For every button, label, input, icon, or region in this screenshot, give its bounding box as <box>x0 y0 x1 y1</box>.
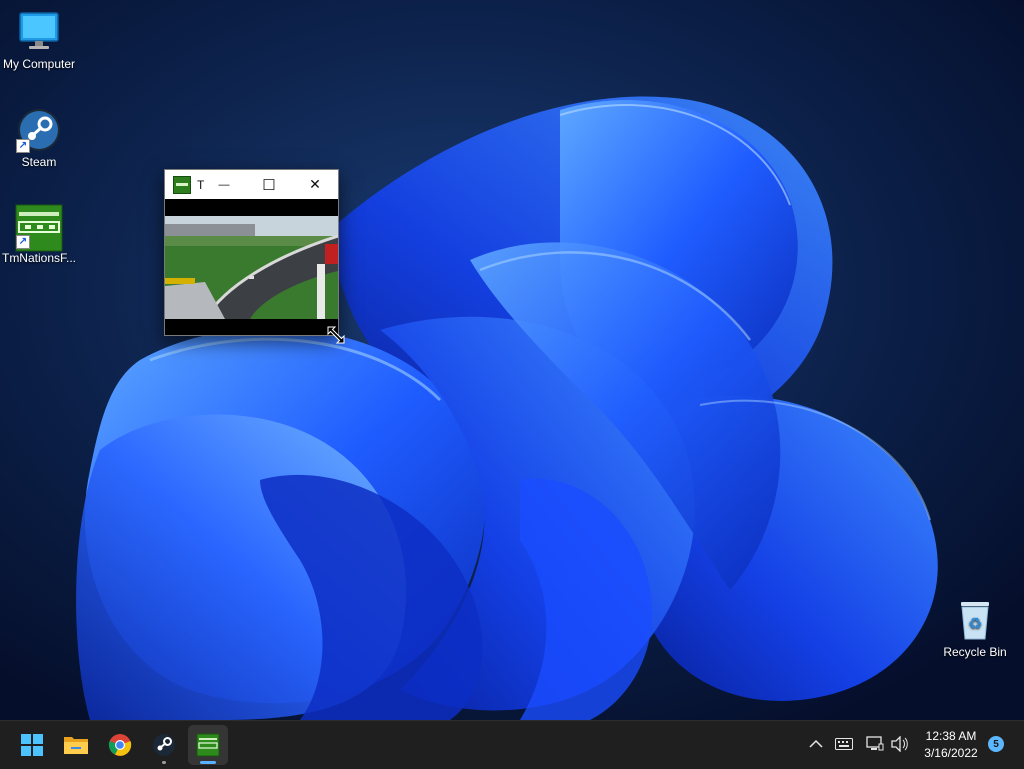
windows-start-icon <box>21 734 43 756</box>
chrome-icon <box>108 734 132 756</box>
desktop-icon-label: TmNationsF... <box>1 251 76 265</box>
taskbar-tmnations[interactable] <box>188 725 228 765</box>
tmnations-icon <box>173 175 191 194</box>
system-clock[interactable]: 12:38 AM 3/16/2022 <box>916 728 986 762</box>
desktop-icon-recycle-bin[interactable]: ♻ Recycle Bin <box>938 598 1012 659</box>
desktop-icon-label: Recycle Bin <box>943 645 1007 659</box>
maximize-button[interactable]: ☐ <box>247 170 291 199</box>
active-indicator <box>200 761 216 764</box>
svg-text:♻: ♻ <box>968 614 982 633</box>
network-icon[interactable] <box>864 733 886 755</box>
desktop-icon-steam[interactable]: ↗ Steam <box>0 108 78 169</box>
window-titlebar[interactable]: T — ☐ ✕ <box>165 170 338 199</box>
game-viewport[interactable] <box>165 216 338 319</box>
desktop-icon-tmnations[interactable]: ↗ TmNationsF... <box>0 204 78 265</box>
steam-icon: ↗ <box>16 108 61 153</box>
steam-icon <box>153 734 175 756</box>
taskbar-file-explorer[interactable] <box>56 725 96 765</box>
close-icon: ✕ <box>309 176 321 192</box>
taskbar-chrome[interactable] <box>100 725 140 765</box>
shortcut-arrow-icon: ↗ <box>16 235 30 249</box>
desktop-icon-my-computer[interactable]: My Computer <box>0 10 78 71</box>
game-window[interactable]: T — ☐ ✕ <box>164 169 339 336</box>
start-button[interactable] <box>12 725 52 765</box>
close-button[interactable]: ✕ <box>293 170 337 199</box>
minimize-icon: — <box>218 178 230 191</box>
taskbar: 12:38 AM 3/16/2022 5 <box>0 720 1024 769</box>
wallpaper <box>0 0 1024 720</box>
clock-date: 3/16/2022 <box>924 746 978 760</box>
maximize-icon: ☐ <box>262 176 276 194</box>
recycle-bin-icon: ♻ <box>953 598 997 642</box>
volume-icon[interactable] <box>889 733 911 755</box>
taskbar-steam[interactable] <box>144 725 184 765</box>
minimize-button[interactable]: — <box>202 170 246 199</box>
tmnations-icon: ↗ <box>15 204 63 252</box>
running-indicator <box>162 761 166 764</box>
clock-time: 12:38 AM <box>925 729 977 743</box>
folder-icon <box>64 737 88 754</box>
desktop-icon-label: My Computer <box>2 57 76 71</box>
notification-badge[interactable]: 5 <box>988 736 1004 752</box>
tmnations-icon <box>196 733 220 757</box>
desktop-icon-label: Steam <box>21 155 57 169</box>
resize-cursor-icon <box>327 326 345 344</box>
tray-overflow-chevron-icon[interactable] <box>805 733 827 755</box>
shortcut-arrow-icon: ↗ <box>16 139 30 153</box>
keyboard-icon[interactable] <box>833 733 855 755</box>
monitor-icon <box>17 10 61 54</box>
